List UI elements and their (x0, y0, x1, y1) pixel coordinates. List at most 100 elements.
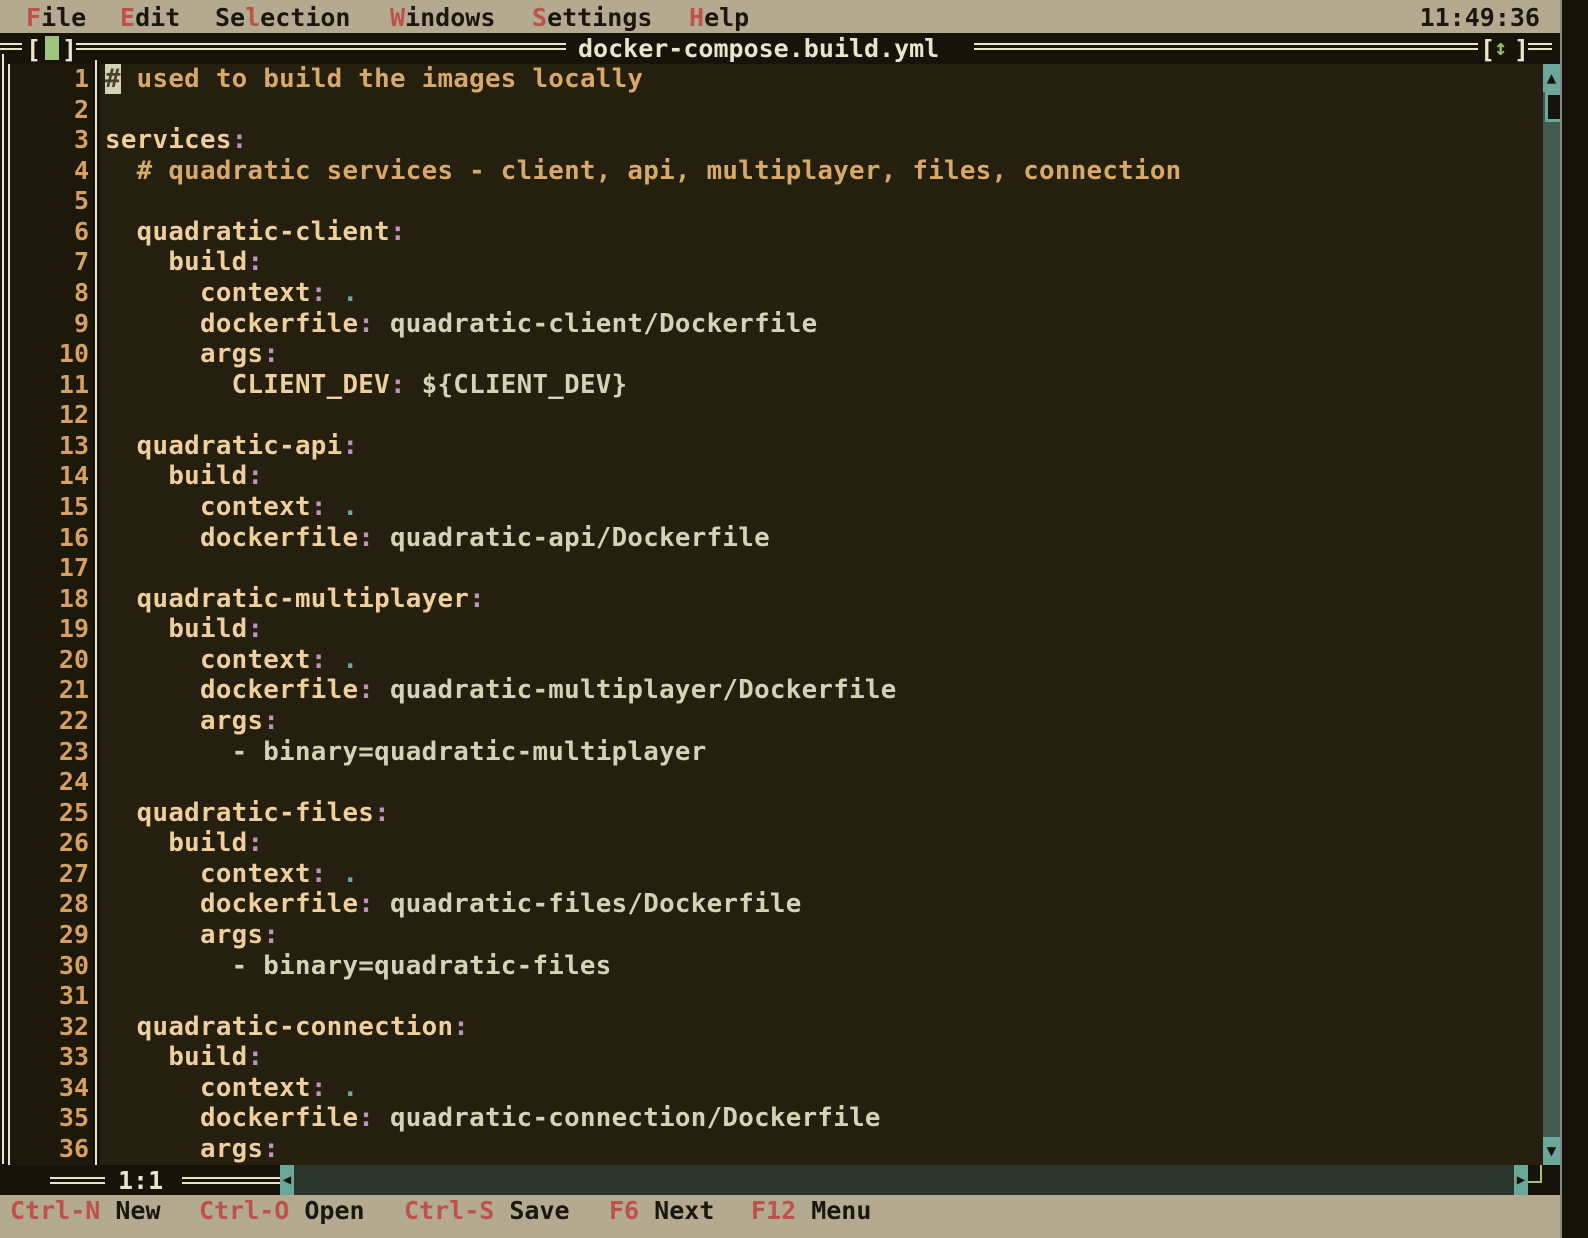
code-token: used to build the images locally (120, 64, 644, 94)
window-title-bar[interactable]: [ ] docker-compose.build.yml [ ↕ ] (0, 33, 1560, 64)
code-line: quadratic-files: (105, 798, 390, 829)
menu-help[interactable]: Help (689, 0, 749, 36)
line-number: 10 (58, 339, 89, 369)
close-window-button[interactable] (45, 36, 59, 60)
code-token: : (263, 705, 280, 736)
editor-text-area[interactable]: # used to build the images locally servic… (100, 64, 1543, 1165)
code-token: build (105, 461, 248, 492)
shortcut-key: F12 (751, 1196, 797, 1225)
code-line: build: (105, 614, 263, 645)
status-bar: Ctrl-N New Ctrl-O Open Ctrl-S Save F6 Next F… (0, 1195, 1560, 1238)
line-number: 31 (58, 981, 89, 1011)
code-line: context: . (105, 1073, 358, 1104)
code-token: quadratic-client (105, 216, 390, 247)
line-number: 8 (73, 277, 89, 307)
menu-windows[interactable]: Windows (390, 0, 495, 36)
code-line: quadratic-api: (105, 431, 358, 462)
line-number: 3 (73, 125, 89, 155)
line-number: 28 (58, 889, 89, 919)
hotkey: W (390, 3, 406, 32)
frame-line (1528, 43, 1552, 50)
hotkey: l (245, 3, 261, 32)
code-line: quadratic-connection: (105, 1012, 469, 1043)
code-token: : (310, 491, 343, 522)
code-token: quadratic-files (105, 797, 375, 828)
screen-edge (1560, 0, 1588, 1238)
status-open-command[interactable]: Ctrl-O Open (199, 1195, 365, 1227)
line-number: 32 (58, 1011, 89, 1041)
shortcut-label: Save (494, 1196, 570, 1225)
code-line: args: (105, 920, 279, 951)
line-number: 21 (58, 675, 89, 705)
frame-left (2, 54, 4, 1164)
code-line: quadratic-multiplayer: (105, 584, 485, 615)
scroll-right-icon[interactable]: ▶ (1514, 1165, 1528, 1195)
resize-handle-icon[interactable] (1528, 1165, 1542, 1183)
menu-file[interactable]: File (26, 0, 86, 36)
scroll-down-icon[interactable]: ▼ (1543, 1137, 1560, 1165)
code-line: build: (105, 1042, 263, 1073)
code-token: : (358, 522, 390, 553)
code-token: : (389, 369, 422, 400)
code-line: quadratic-client: (105, 217, 406, 248)
horizontal-scrollbar[interactable]: ◀ ▶ (280, 1165, 1528, 1195)
code-token: : (310, 277, 343, 308)
code-token: dockerfile (105, 522, 359, 553)
status-new-command[interactable]: Ctrl-N New (10, 1195, 161, 1227)
code-token: . (342, 858, 359, 889)
zoom-icon[interactable]: ↕ (1494, 33, 1507, 64)
line-number: 15 (58, 491, 89, 521)
status-next-command[interactable]: F6 Next (609, 1195, 714, 1227)
code-token: - binary=quadratic-multiplayer (105, 736, 707, 767)
code-token: args (105, 339, 264, 370)
code-token: build (105, 247, 248, 278)
gutter-divider (95, 60, 97, 1170)
code-token: : (263, 919, 280, 950)
code-line: build: (105, 247, 263, 278)
scroll-left-icon[interactable]: ◀ (280, 1165, 294, 1195)
status-save-command[interactable]: Ctrl-S Save (404, 1195, 570, 1227)
code-token: # quadratic services - client, api, mult… (105, 155, 1182, 186)
menu-label: dit (135, 3, 181, 32)
code-token: : (342, 430, 359, 461)
code-token: : (247, 461, 264, 492)
menu-label: indows (405, 3, 496, 32)
line-number: 36 (58, 1133, 89, 1163)
close-bracket-left: [ (26, 35, 42, 64)
scroll-up-icon[interactable]: ▲ (1543, 64, 1560, 92)
line-number: 22 (58, 705, 89, 735)
hotkey: H (689, 3, 705, 32)
code-line: context: . (105, 645, 358, 676)
code-line: dockerfile: quadratic-api/Dockerfile (105, 523, 770, 554)
line-number: 20 (58, 644, 89, 674)
menu-edit[interactable]: Edit (120, 0, 180, 36)
menu-label: ile (41, 3, 87, 32)
window-title: docker-compose.build.yml (570, 33, 948, 64)
code-line: CLIENT_DEV: ${CLIENT_DEV} (105, 369, 628, 401)
line-number: 24 (58, 767, 89, 797)
line-number: 18 (58, 583, 89, 613)
code-token: context (105, 491, 311, 522)
scroll-thumb[interactable] (1545, 92, 1560, 122)
line-number: 16 (58, 522, 89, 552)
vertical-scrollbar[interactable]: ▲ ▼ (1543, 64, 1560, 1165)
line-number: 29 (58, 919, 89, 949)
code-token: : (358, 1103, 390, 1134)
code-line: context: . (105, 278, 358, 309)
menu-settings[interactable]: Settings (532, 0, 652, 36)
code-line: context: . (105, 492, 358, 523)
code-token: dockerfile (105, 675, 359, 706)
code-token: build (105, 1042, 248, 1073)
code-token: dockerfile (105, 1103, 359, 1134)
code-token: : (263, 339, 280, 370)
menu-selection[interactable]: Selection (215, 0, 350, 36)
code-line: dockerfile: quadratic-client/Dockerfile (105, 309, 817, 340)
code-line: build: (105, 461, 263, 492)
cursor-position: 1:1 (118, 1166, 164, 1195)
shortcut-key: F6 (609, 1196, 640, 1225)
line-number: 34 (58, 1072, 89, 1102)
status-menu-command[interactable]: F12 Menu (751, 1195, 871, 1227)
frame-line (50, 1177, 105, 1184)
line-number: 17 (58, 553, 89, 583)
code-token: : (310, 644, 343, 675)
